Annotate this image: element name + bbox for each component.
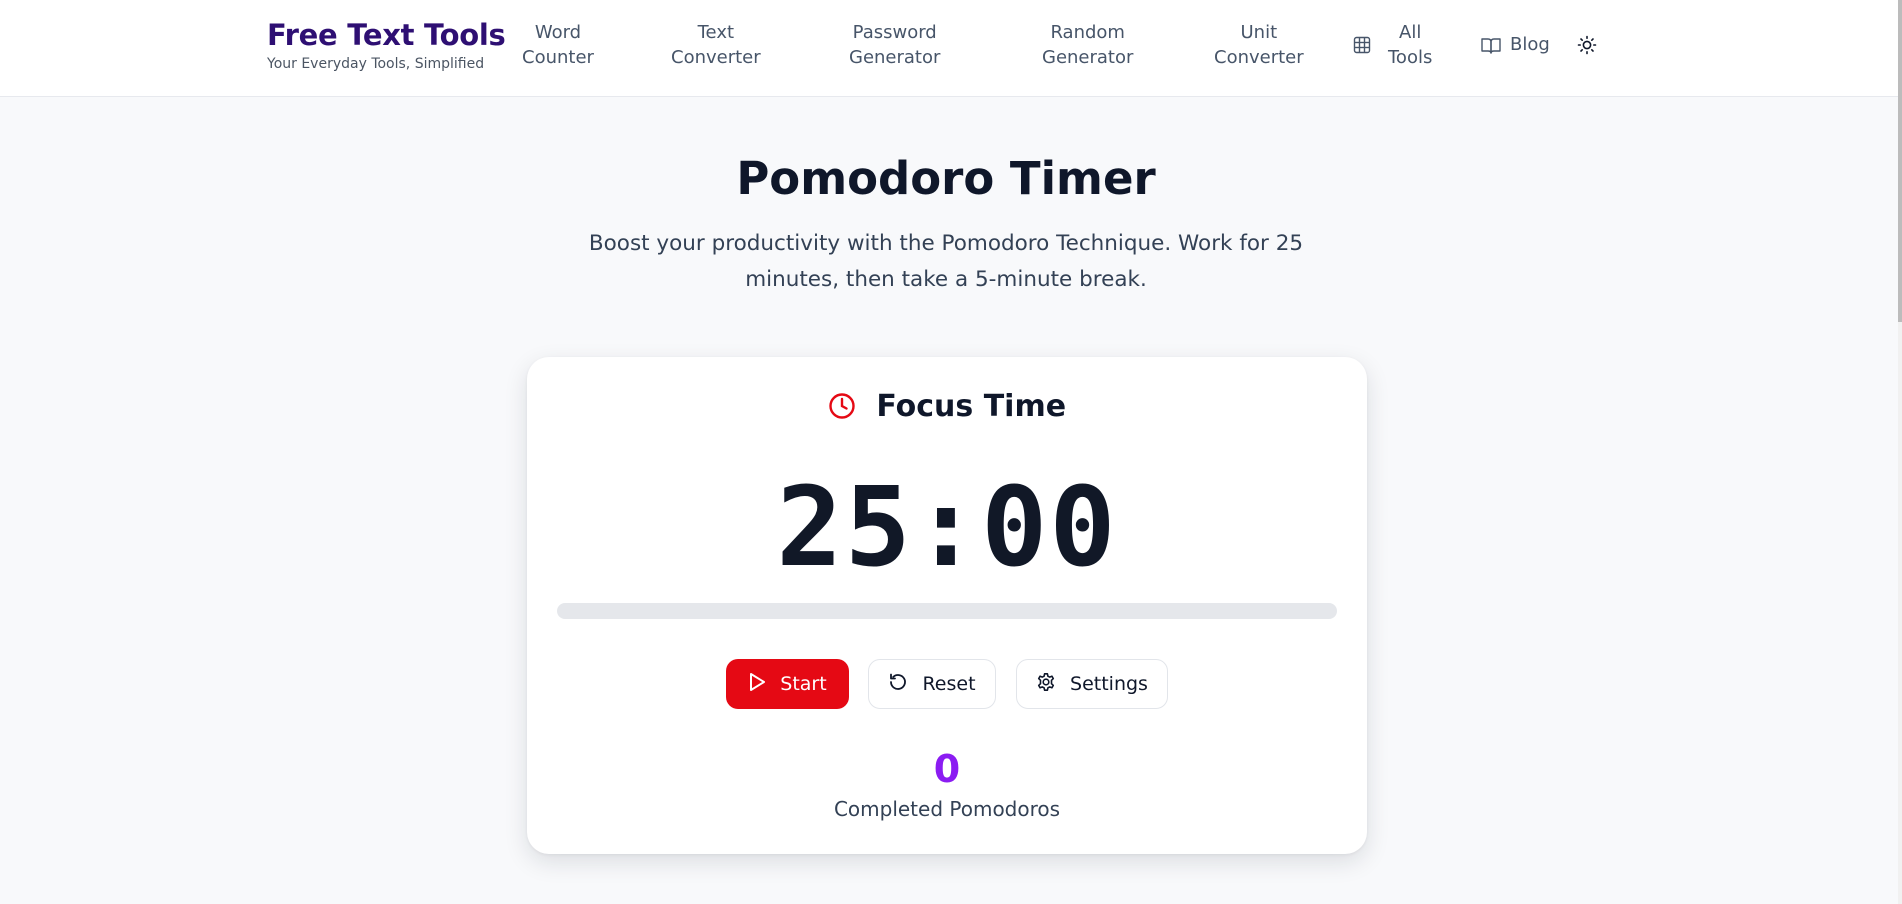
timer-mode: Focus Time: [527, 389, 1367, 424]
nav-label: Word: [534, 22, 582, 43]
nav-label: Password: [852, 22, 937, 43]
nav-label: Tools: [1388, 47, 1433, 68]
brand[interactable]: Free Text Tools Your Everyday Tools, Sim…: [267, 18, 506, 72]
reset-button-label: Reset: [922, 673, 976, 695]
completed-count: 0: [933, 747, 961, 791]
start-button-label: Start: [780, 673, 827, 695]
nav-blog[interactable]: Blog: [1510, 34, 1550, 55]
scrollbar-thumb[interactable]: [1898, 0, 1902, 322]
completed-label: Completed Pomodoros: [833, 797, 1061, 821]
nav-random-generator[interactable]: Random Generator: [1042, 20, 1133, 70]
nav-text-converter[interactable]: Text Converter: [671, 20, 761, 70]
book-open-icon: [1481, 37, 1501, 58]
brand-tagline: Your Everyday Tools, Simplified: [267, 56, 485, 72]
nav-label: Text: [697, 22, 735, 43]
settings-button-label: Settings: [1070, 673, 1148, 695]
nav-label: All: [1399, 22, 1422, 43]
nav-label: Unit: [1240, 22, 1278, 43]
nav-label: Generator: [1042, 47, 1134, 68]
nav-label: Generator: [849, 47, 941, 68]
nav-label: Counter: [522, 47, 594, 68]
nav-all-tools[interactable]: All Tools: [1388, 20, 1432, 70]
pomodoro-card: Focus Time 25:00 Start Reset Settings 0 …: [527, 357, 1367, 854]
nav-label: Converter: [1214, 47, 1304, 68]
play-icon: [748, 672, 766, 697]
start-button[interactable]: Start: [726, 659, 849, 709]
site-header: Free Text Tools Your Everyday Tools, Sim…: [0, 0, 1902, 97]
timer-display: 25:00: [776, 463, 1118, 591]
timer-progress-bar: [557, 603, 1337, 619]
clock-icon: [828, 389, 876, 424]
nav-word-counter[interactable]: Word Counter: [522, 20, 594, 70]
nav-unit-converter[interactable]: Unit Converter: [1214, 20, 1304, 70]
nav-password-generator[interactable]: Password Generator: [849, 20, 940, 70]
settings-button[interactable]: Settings: [1016, 659, 1168, 709]
gear-icon: [1036, 672, 1056, 697]
rotate-ccw-icon: [888, 672, 908, 697]
nav-label: Converter: [671, 47, 761, 68]
reset-button[interactable]: Reset: [868, 659, 996, 709]
grid-icon: [1353, 36, 1371, 58]
timer-mode-label: Focus Time: [876, 389, 1067, 424]
sun-icon[interactable]: [1577, 35, 1597, 59]
brand-title[interactable]: Free Text Tools: [267, 18, 506, 52]
page-title: Pomodoro Timer: [736, 152, 1156, 205]
nav-label: Random: [1050, 22, 1125, 43]
page-subtitle: Boost your productivity with the Pomodor…: [588, 231, 1304, 292]
